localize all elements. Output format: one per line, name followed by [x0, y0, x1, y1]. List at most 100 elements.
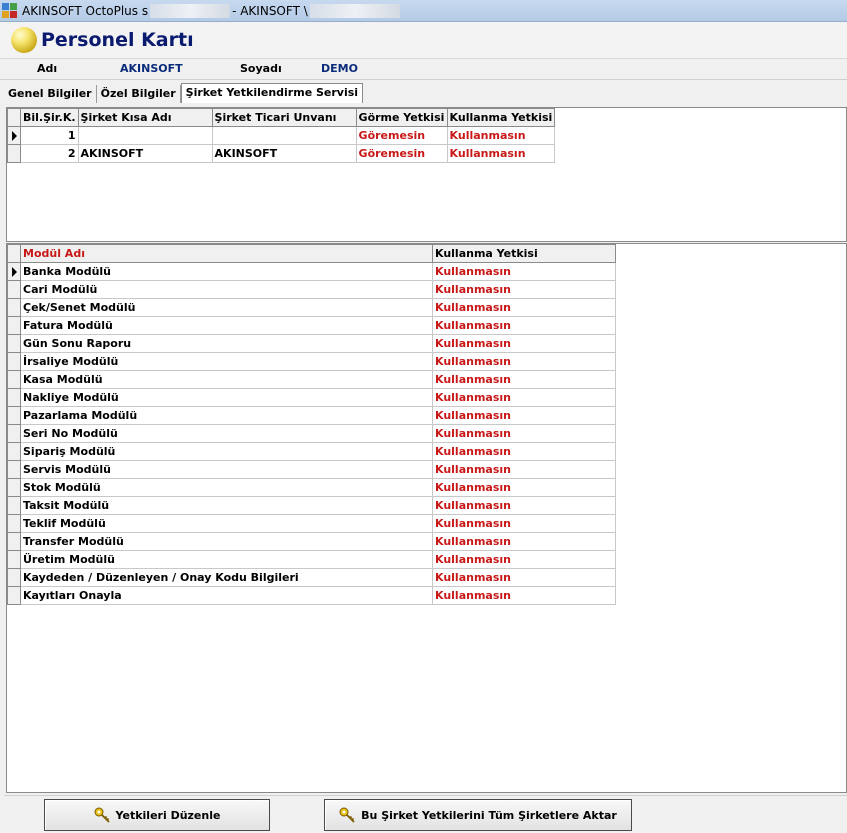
table-row[interactable]: Teklif Modülü Kullanmasın: [7, 514, 616, 533]
col-header-short-name[interactable]: Şirket Kısa Adı: [77, 108, 213, 127]
col-header-view-permission[interactable]: Görme Yetkisi: [355, 108, 448, 127]
module-name-cell[interactable]: Banka Modülü: [20, 262, 433, 281]
table-row[interactable]: Cari Modülü Kullanmasın: [7, 280, 616, 299]
table-row[interactable]: Pazarlama Modülü Kullanmasın: [7, 406, 616, 425]
col-header-module-name[interactable]: Modül Adı: [20, 244, 433, 263]
module-permission-cell[interactable]: Kullanmasın: [432, 370, 616, 389]
current-row-indicator: [7, 262, 21, 281]
app-icon: [2, 2, 18, 19]
module-name-cell[interactable]: Nakliye Modülü: [20, 388, 433, 407]
module-name-cell[interactable]: Kaydeden / Düzenleyen / Onay Kodu Bilgil…: [20, 568, 433, 587]
edit-permissions-button[interactable]: Yetkileri Düzenle: [44, 799, 270, 831]
module-name-cell[interactable]: Fatura Modülü: [20, 316, 433, 335]
transfer-permissions-label: Bu Şirket Yetkilerini Tüm Şirketlere Akt…: [361, 808, 617, 822]
table-row[interactable]: 2 AKINSOFT AKINSOFT Göremesin Kullanması…: [7, 144, 556, 163]
company-grid-panel[interactable]: Bil.Şir.K. Şirket Kısa Adı Şirket Ticari…: [6, 107, 847, 242]
module-permission-cell[interactable]: Kullanmasın: [432, 262, 616, 281]
module-name-cell[interactable]: Stok Modülü: [20, 478, 433, 497]
table-row[interactable]: Nakliye Modülü Kullanmasın: [7, 388, 616, 407]
col-header-use-permission[interactable]: Kullanma Yetkisi: [446, 108, 556, 127]
table-row[interactable]: Stok Modülü Kullanmasın: [7, 478, 616, 497]
module-name-cell[interactable]: Üretim Modülü: [20, 550, 433, 569]
col-header-code[interactable]: Bil.Şir.K.: [20, 108, 79, 127]
row-pointer-icon: [12, 130, 17, 141]
tab-company-authorization[interactable]: Şirket Yetkilendirme Servisi: [180, 83, 364, 103]
table-row[interactable]: Çek/Senet Modülü Kullanmasın: [7, 298, 616, 317]
table-row[interactable]: Sipariş Modülü Kullanmasın: [7, 442, 616, 461]
module-permission-cell[interactable]: Kullanmasın: [432, 316, 616, 335]
module-name-cell[interactable]: Sipariş Modülü: [20, 442, 433, 461]
module-name-cell[interactable]: Gün Sonu Raporu: [20, 334, 433, 353]
module-name-cell[interactable]: Kasa Modülü: [20, 370, 433, 389]
company-code-cell[interactable]: 2: [20, 144, 79, 163]
row-indicator: [7, 568, 21, 587]
module-name-cell[interactable]: Teklif Modülü: [20, 514, 433, 533]
use-permission-cell[interactable]: Kullanmasın: [446, 144, 556, 163]
redacted-text: [150, 3, 231, 18]
col-header-trade-title[interactable]: Şirket Ticari Unvanı: [211, 108, 357, 127]
module-permission-cell[interactable]: Kullanmasın: [432, 442, 616, 461]
transfer-permissions-button[interactable]: Bu Şirket Yetkilerini Tüm Şirketlere Akt…: [324, 799, 632, 831]
module-permission-cell[interactable]: Kullanmasın: [432, 280, 616, 299]
module-permission-cell[interactable]: Kullanmasın: [432, 478, 616, 497]
name-label: Adı: [37, 62, 58, 75]
module-permission-cell[interactable]: Kullanmasın: [432, 334, 616, 353]
module-name-cell[interactable]: Transfer Modülü: [20, 532, 433, 551]
window-title-part2: - AKINSOFT \: [232, 3, 308, 18]
module-name-cell[interactable]: Taksit Modülü: [20, 496, 433, 515]
module-grid-panel[interactable]: Modül Adı Kullanma Yetkisi Banka Modülü K…: [6, 243, 847, 793]
table-row[interactable]: Kayıtları Onayla Kullanmasın: [7, 586, 616, 605]
module-name-cell[interactable]: Kayıtları Onayla: [20, 586, 433, 605]
view-permission-cell[interactable]: Göremesin: [355, 126, 448, 145]
table-row[interactable]: Kaydeden / Düzenleyen / Onay Kodu Bilgil…: [7, 568, 616, 587]
col-header-use-permission[interactable]: Kullanma Yetkisi: [432, 244, 616, 263]
table-row[interactable]: Kasa Modülü Kullanmasın: [7, 370, 616, 389]
company-short-name-cell[interactable]: [77, 126, 213, 145]
module-permission-cell[interactable]: Kullanmasın: [432, 406, 616, 425]
module-permission-cell[interactable]: Kullanmasın: [432, 496, 616, 515]
table-row[interactable]: Seri No Modülü Kullanmasın: [7, 424, 616, 443]
module-name-cell[interactable]: Çek/Senet Modülü: [20, 298, 433, 317]
module-permission-cell[interactable]: Kullanmasın: [432, 388, 616, 407]
tab-general-info[interactable]: Genel Bilgiler: [4, 85, 97, 103]
module-permission-cell[interactable]: Kullanmasın: [432, 460, 616, 479]
module-permission-cell[interactable]: Kullanmasın: [432, 424, 616, 443]
module-permission-cell[interactable]: Kullanmasın: [432, 298, 616, 317]
row-indicator: [7, 514, 21, 533]
company-code-cell[interactable]: 1: [20, 126, 79, 145]
tab-private-info[interactable]: Özel Bilgiler: [96, 85, 181, 103]
row-indicator: [7, 460, 21, 479]
use-permission-cell[interactable]: Kullanmasın: [446, 126, 556, 145]
module-name-cell[interactable]: Servis Modülü: [20, 460, 433, 479]
module-permission-cell[interactable]: Kullanmasın: [432, 568, 616, 587]
row-indicator: [7, 424, 21, 443]
table-row[interactable]: 1 Göremesin Kullanmasın: [7, 126, 556, 145]
table-row[interactable]: Üretim Modülü Kullanmasın: [7, 550, 616, 569]
table-row[interactable]: Transfer Modülü Kullanmasın: [7, 532, 616, 551]
table-row[interactable]: Fatura Modülü Kullanmasın: [7, 316, 616, 335]
company-grid-header: Bil.Şir.K. Şirket Kısa Adı Şirket Ticari…: [7, 108, 556, 127]
module-permission-cell[interactable]: Kullanmasın: [432, 550, 616, 569]
module-name-cell[interactable]: Pazarlama Modülü: [20, 406, 433, 425]
module-permission-cell[interactable]: Kullanmasın: [432, 586, 616, 605]
table-row[interactable]: Banka Modülü Kullanmasın: [7, 262, 616, 281]
table-row[interactable]: Servis Modülü Kullanmasın: [7, 460, 616, 479]
window-titlebar[interactable]: AKINSOFT OctoPlus s - AKINSOFT \: [0, 0, 847, 22]
table-row[interactable]: Taksit Modülü Kullanmasın: [7, 496, 616, 515]
module-permission-cell[interactable]: Kullanmasın: [432, 532, 616, 551]
company-title-cell[interactable]: [211, 126, 357, 145]
module-name-cell[interactable]: İrsaliye Modülü: [20, 352, 433, 371]
module-permission-cell[interactable]: Kullanmasın: [432, 352, 616, 371]
company-title-cell[interactable]: AKINSOFT: [211, 144, 357, 163]
current-row-indicator: [7, 126, 21, 145]
table-row[interactable]: Gün Sonu Raporu Kullanmasın: [7, 334, 616, 353]
module-name-cell[interactable]: Seri No Modülü: [20, 424, 433, 443]
company-short-name-cell[interactable]: AKINSOFT: [77, 144, 213, 163]
module-permission-cell[interactable]: Kullanmasın: [432, 514, 616, 533]
module-name-cell[interactable]: Cari Modülü: [20, 280, 433, 299]
view-permission-cell[interactable]: Göremesin: [355, 144, 448, 163]
row-pointer-icon: [12, 266, 17, 277]
row-indicator: [7, 388, 21, 407]
personnel-orb-icon: [11, 27, 37, 53]
table-row[interactable]: İrsaliye Modülü Kullanmasın: [7, 352, 616, 371]
